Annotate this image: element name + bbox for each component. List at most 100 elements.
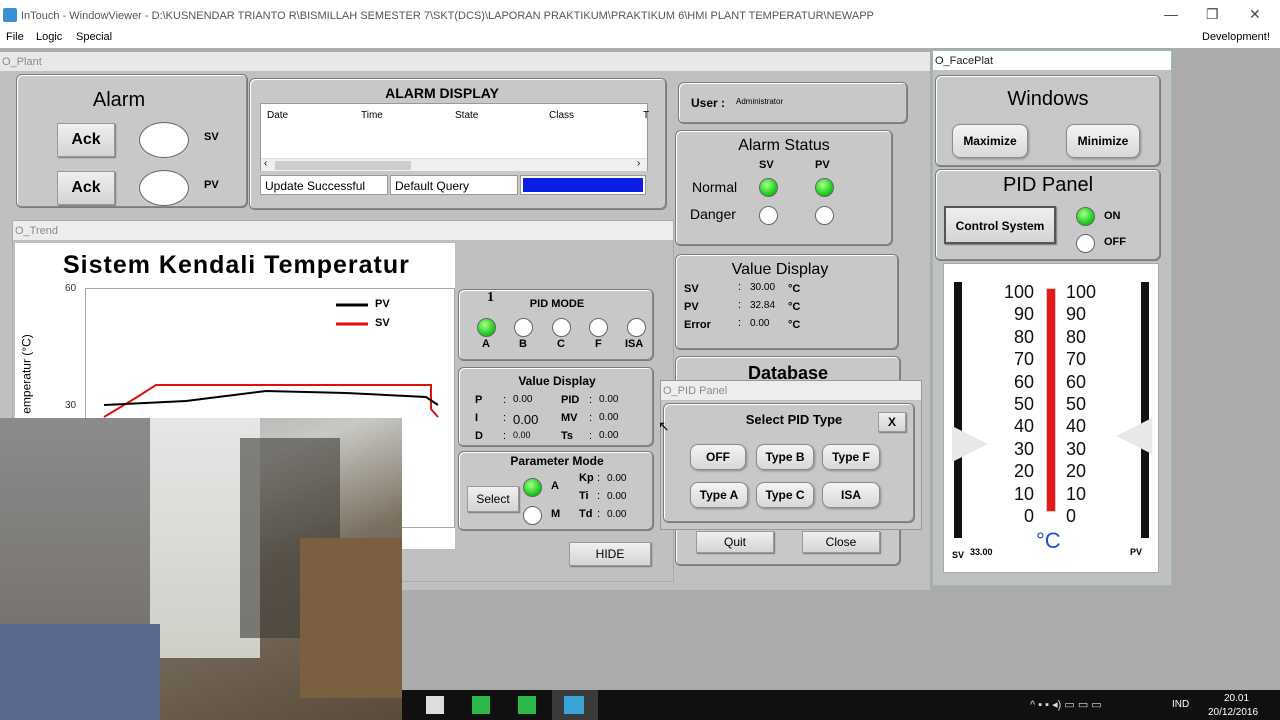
pv-scale-label: PV xyxy=(1130,547,1143,557)
sv-trend-line xyxy=(103,384,439,418)
pv-label: PV xyxy=(204,179,219,191)
close-window-icon[interactable]: ✕ xyxy=(1249,6,1261,23)
pid-popup-close-button[interactable]: X xyxy=(878,412,906,432)
ack-sv-button[interactable]: Ack xyxy=(57,123,115,157)
d-value: 0.00 xyxy=(513,430,531,440)
scale-tick-label: 40 xyxy=(1013,416,1034,437)
scale-tick-label: 80 xyxy=(1013,326,1034,347)
scale-tick-label: 0 xyxy=(1023,506,1034,526)
alarm-status-sv: SV xyxy=(759,159,774,171)
td-value: 0.00 xyxy=(607,509,627,520)
scale-tick-label: 30 xyxy=(1013,438,1034,459)
control-system-button[interactable]: Control System xyxy=(944,206,1056,244)
clock-time[interactable]: 20.01 xyxy=(1224,693,1249,704)
p-value: 0.00 xyxy=(513,394,533,405)
title-bar: InTouch - WindowViewer - D:\KUSNENDAR TR… xyxy=(0,0,1280,30)
pv-trend-line xyxy=(103,389,439,406)
auto-label: A xyxy=(551,480,559,492)
quit-button[interactable]: Quit xyxy=(696,531,774,553)
scale-tick-label: 80 xyxy=(1066,326,1087,347)
pid-value-display-title: Value Display xyxy=(518,374,596,388)
col-time: Time xyxy=(361,110,383,121)
mode-b-label: B xyxy=(519,338,527,350)
mode-isa-label: ISA xyxy=(625,338,644,350)
taskbar-app-icon[interactable] xyxy=(518,696,536,714)
pid-type-b-button[interactable]: Type B xyxy=(756,444,814,470)
menu-special[interactable]: Special xyxy=(76,31,112,43)
user-label: User : xyxy=(691,96,726,110)
kp-value: 0.00 xyxy=(607,473,627,484)
select-button[interactable]: Select xyxy=(467,486,519,512)
menu-logic[interactable]: Logic xyxy=(36,31,62,43)
maximize-button[interactable]: Maximize xyxy=(952,124,1028,158)
horizontal-scrollbar[interactable]: ‹ › xyxy=(261,158,647,171)
sv-slider-track[interactable] xyxy=(954,282,962,538)
alarm-status-pv: PV xyxy=(815,159,830,171)
restore-window-icon[interactable]: ❐ xyxy=(1206,6,1219,23)
pid-type-f-button[interactable]: Type F xyxy=(822,444,880,470)
menu-development[interactable]: Development! xyxy=(1202,31,1270,43)
taskbar-app-icon[interactable] xyxy=(564,696,584,714)
ack-pv-button[interactable]: Ack xyxy=(57,171,115,205)
close-button[interactable]: Close xyxy=(802,531,880,553)
y-axis-label: emperatur (°C) xyxy=(19,334,34,414)
windows-title: Windows xyxy=(1007,88,1089,110)
i-value: 0.00 xyxy=(513,412,539,427)
scroll-right-icon[interactable]: › xyxy=(637,158,640,169)
trend-title: Sistem Kendali Temperatur xyxy=(63,251,410,279)
pid-off-button[interactable]: OFF xyxy=(690,444,746,470)
auto-param-lamp[interactable] xyxy=(523,478,542,497)
trend-window-title: O_Trend xyxy=(13,221,673,241)
pid-off-label: OFF xyxy=(1104,236,1126,248)
taskbar-app-icon[interactable] xyxy=(426,696,444,714)
mode-b-lamp[interactable] xyxy=(514,318,533,337)
mode-f-lamp[interactable] xyxy=(589,318,608,337)
sv-slider-icon[interactable] xyxy=(952,426,988,462)
pid-label: PID xyxy=(561,394,580,406)
scale-tick-label: 40 xyxy=(1066,416,1087,437)
pid-value-display-panel: Value Display P I D : : : 0.00 0.00 0.00… xyxy=(458,367,654,447)
mode-a-lamp[interactable] xyxy=(477,318,496,337)
parameter-mode-title: Parameter Mode xyxy=(510,454,604,468)
minimize-window-icon[interactable]: — xyxy=(1164,6,1178,22)
user-panel: User : Administrator xyxy=(678,82,908,124)
pv-value: 32.84 xyxy=(750,300,776,311)
pid-on-label: ON xyxy=(1104,210,1121,222)
scroll-left-icon[interactable]: ‹ xyxy=(264,158,267,169)
alarm-status-panel: Alarm Status SV PV Normal Danger xyxy=(675,130,893,246)
sv-label: SV xyxy=(204,131,219,143)
alarm-table[interactable]: Date Time State Class T ‹ › xyxy=(260,103,650,171)
col-class: Class xyxy=(549,110,575,121)
p-label: P xyxy=(475,394,483,406)
scale-tick-label: 70 xyxy=(1013,349,1034,370)
scale-tick-label: 60 xyxy=(1066,371,1087,392)
alarm-display-panel: ALARM DISPLAY Date Time State Class T ‹ … xyxy=(249,78,667,210)
menu-file[interactable]: File xyxy=(6,31,24,43)
manual-param-lamp[interactable] xyxy=(523,506,542,525)
ts-label: Ts xyxy=(561,430,574,442)
scale-tick-label: 0 xyxy=(1066,506,1077,526)
scroll-thumb[interactable] xyxy=(275,161,411,170)
pid-type-a-button[interactable]: Type A xyxy=(690,482,748,508)
sv-danger-lamp xyxy=(759,206,778,225)
sv-scale-value: 33.00 xyxy=(970,547,993,557)
thermometer-fill xyxy=(1047,289,1055,511)
taskbar-app-icon[interactable] xyxy=(472,696,490,714)
pid-type-panel: Select PID Type X OFF Type B Type F Type… xyxy=(663,403,915,523)
query-name: Default Query xyxy=(395,179,470,193)
pid-isa-button[interactable]: ISA xyxy=(822,482,880,508)
language-indicator[interactable]: IND xyxy=(1172,699,1189,710)
hide-button[interactable]: HIDE xyxy=(569,542,651,566)
webcam-overlay-image xyxy=(0,418,402,720)
minimize-button[interactable]: Minimize xyxy=(1066,124,1140,158)
sv-scale-label: SV xyxy=(952,550,965,560)
mode-isa-lamp[interactable] xyxy=(627,318,646,337)
pid-type-c-button[interactable]: Type C xyxy=(756,482,814,508)
mode-c-lamp[interactable] xyxy=(552,318,571,337)
clock-date[interactable]: 20/12/2016 xyxy=(1208,707,1258,718)
tray-icons[interactable]: ^ ▪ ▪ ◂) ▭ ▭ ▭ xyxy=(1030,698,1102,711)
col-t: T xyxy=(643,110,650,121)
pv-bar-track xyxy=(1141,282,1149,538)
mode-c-label: C xyxy=(557,338,565,350)
scale-tick-label: 10 xyxy=(1066,483,1087,504)
